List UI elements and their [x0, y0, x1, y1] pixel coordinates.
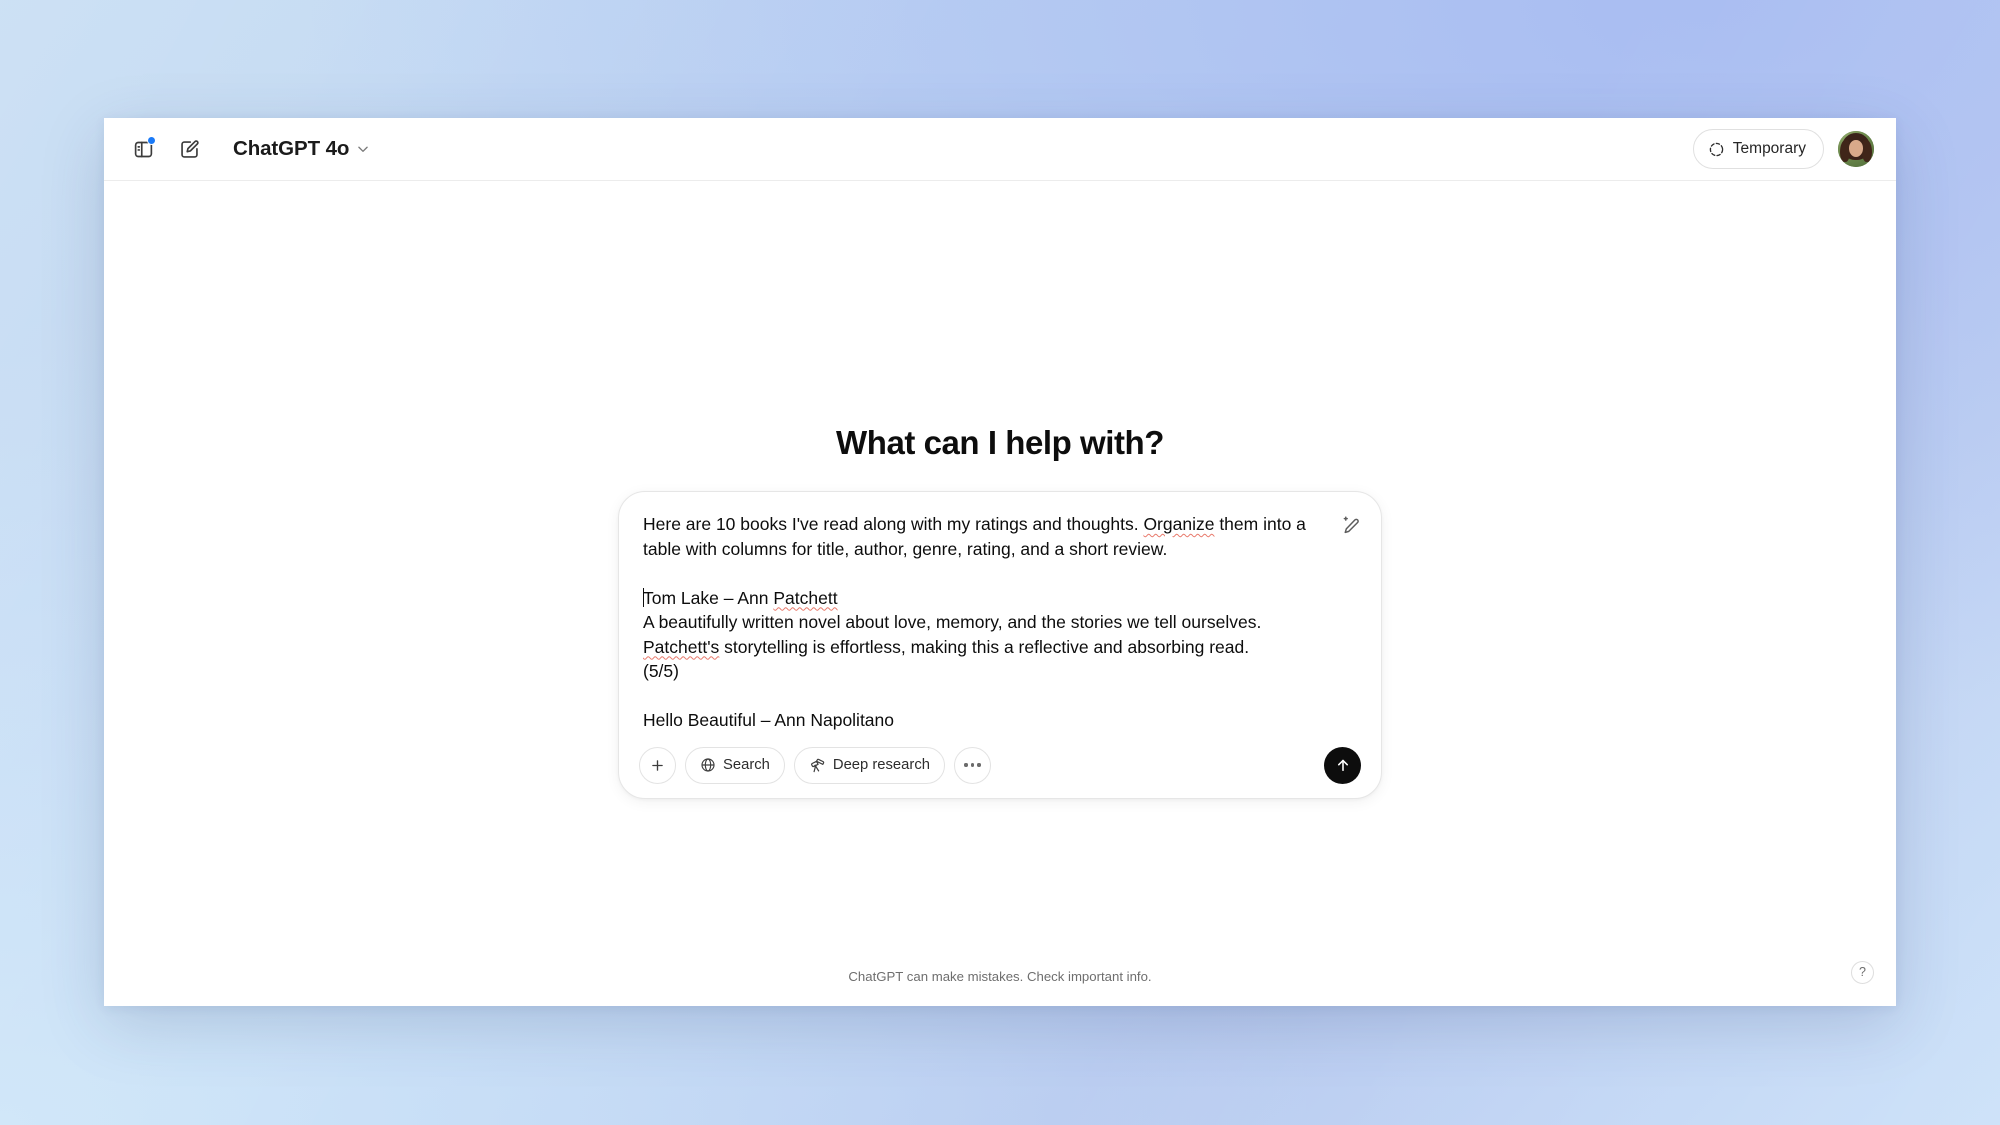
chevron-down-icon	[358, 146, 369, 153]
prompt-line: A beautifully written novel about love, …	[643, 610, 1317, 659]
avatar-hair-right	[1862, 140, 1872, 162]
misspelled-word: Organize	[1143, 514, 1215, 534]
temporary-chat-label: Temporary	[1732, 140, 1806, 157]
compose-pencil-icon	[180, 139, 199, 158]
header-right-group: Temporary	[1692, 129, 1874, 169]
misspelled-word: Patchett	[773, 587, 838, 608]
prompt-text-segment: Tom Lake – Ann	[643, 587, 774, 608]
prompt-line: Tom Lake – Ann Patchett	[643, 586, 1317, 611]
prompt-text-segment: (5/5)	[643, 661, 679, 681]
chatgpt-app-window: ChatGPT 4o Temporary What can I help wit…	[104, 118, 1896, 1006]
telescope-icon	[810, 758, 825, 772]
page-title: What can I help with?	[836, 424, 1164, 461]
model-selector[interactable]: ChatGPT 4o	[224, 131, 380, 167]
help-button[interactable]: ?	[1851, 961, 1874, 984]
notification-dot-icon	[147, 136, 156, 145]
enhance-prompt-button[interactable]	[1335, 510, 1365, 540]
prompt-line	[643, 684, 1317, 709]
new-chat-button[interactable]	[168, 128, 210, 170]
app-header: ChatGPT 4o Temporary	[104, 118, 1896, 181]
arrow-up-icon	[1337, 759, 1348, 772]
prompt-text-segment: Here are 10 books I've read along with m…	[643, 514, 1144, 534]
prompt-line: (5/5)	[643, 659, 1317, 684]
disclaimer-text: ChatGPT can make mistakes. Check importa…	[848, 969, 1152, 984]
main-content: What can I help with? Here are 10 books …	[104, 181, 1896, 1006]
dashed-circle-icon	[1709, 142, 1724, 156]
misspelled-word: Patchett's	[643, 636, 720, 657]
avatar[interactable]	[1838, 131, 1874, 167]
prompt-input[interactable]: Here are 10 books I've read along with m…	[639, 512, 1361, 733]
model-name-label: ChatGPT 4o	[233, 137, 350, 160]
globe-icon	[701, 758, 715, 772]
prompt-line: Hello Beautiful – Ann Napolitano	[643, 708, 1317, 733]
ellipsis-icon	[964, 763, 981, 767]
prompt-text-segment: Hello Beautiful – Ann Napolitano	[643, 710, 895, 730]
sparkle-pencil-icon	[1343, 516, 1359, 533]
header-left-group: ChatGPT 4o	[122, 128, 380, 170]
send-button[interactable]	[1324, 746, 1361, 784]
prompt-text-segment: A beautifully written novel about love, …	[643, 612, 1267, 632]
plus-icon	[652, 759, 663, 771]
more-tools-button[interactable]	[953, 746, 991, 784]
deep-research-button[interactable]: Deep research	[793, 746, 945, 784]
composer-card: Here are 10 books I've read along with m…	[618, 491, 1382, 799]
search-tool-label: Search	[723, 757, 770, 773]
deep-research-label: Deep research	[832, 757, 930, 773]
prompt-line	[643, 561, 1317, 586]
search-tool-button[interactable]: Search	[685, 746, 785, 784]
attach-button[interactable]	[639, 746, 676, 784]
avatar-face	[1849, 140, 1863, 157]
sidebar-toggle-button[interactable]	[122, 128, 164, 170]
prompt-text-segment: storytelling is effortless, making this …	[719, 636, 1250, 657]
composer-toolbar: Search Deep research	[639, 746, 1361, 784]
temporary-chat-button[interactable]: Temporary	[1692, 129, 1824, 169]
prompt-line: Here are 10 books I've read along with m…	[643, 512, 1317, 561]
